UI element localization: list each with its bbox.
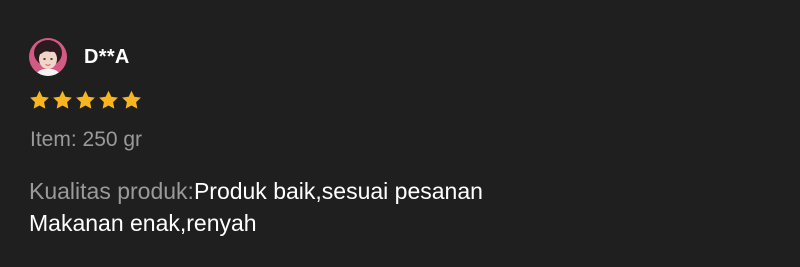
username: D**A — [84, 45, 130, 68]
star-icon — [29, 90, 50, 110]
review-card: D**A Item: 250 gr Kualitas produk:Produk… — [0, 0, 800, 267]
quality-label: Kualitas produk: — [29, 178, 194, 204]
product-variant: Item: 250 gr — [30, 128, 143, 151]
star-icon — [98, 90, 119, 110]
star-rating — [29, 90, 142, 110]
avatar-image — [29, 38, 67, 76]
star-icon — [75, 90, 96, 110]
comment-line: Makanan enak,renyah — [29, 210, 257, 236]
review-comment: Kualitas produk:Produk baik,sesuai pesan… — [29, 175, 769, 239]
star-icon — [52, 90, 73, 110]
star-icon — [121, 90, 142, 110]
review-header: D**A — [29, 38, 130, 76]
quality-value: Produk baik,sesuai pesanan — [193, 178, 483, 204]
avatar[interactable] — [29, 38, 67, 76]
